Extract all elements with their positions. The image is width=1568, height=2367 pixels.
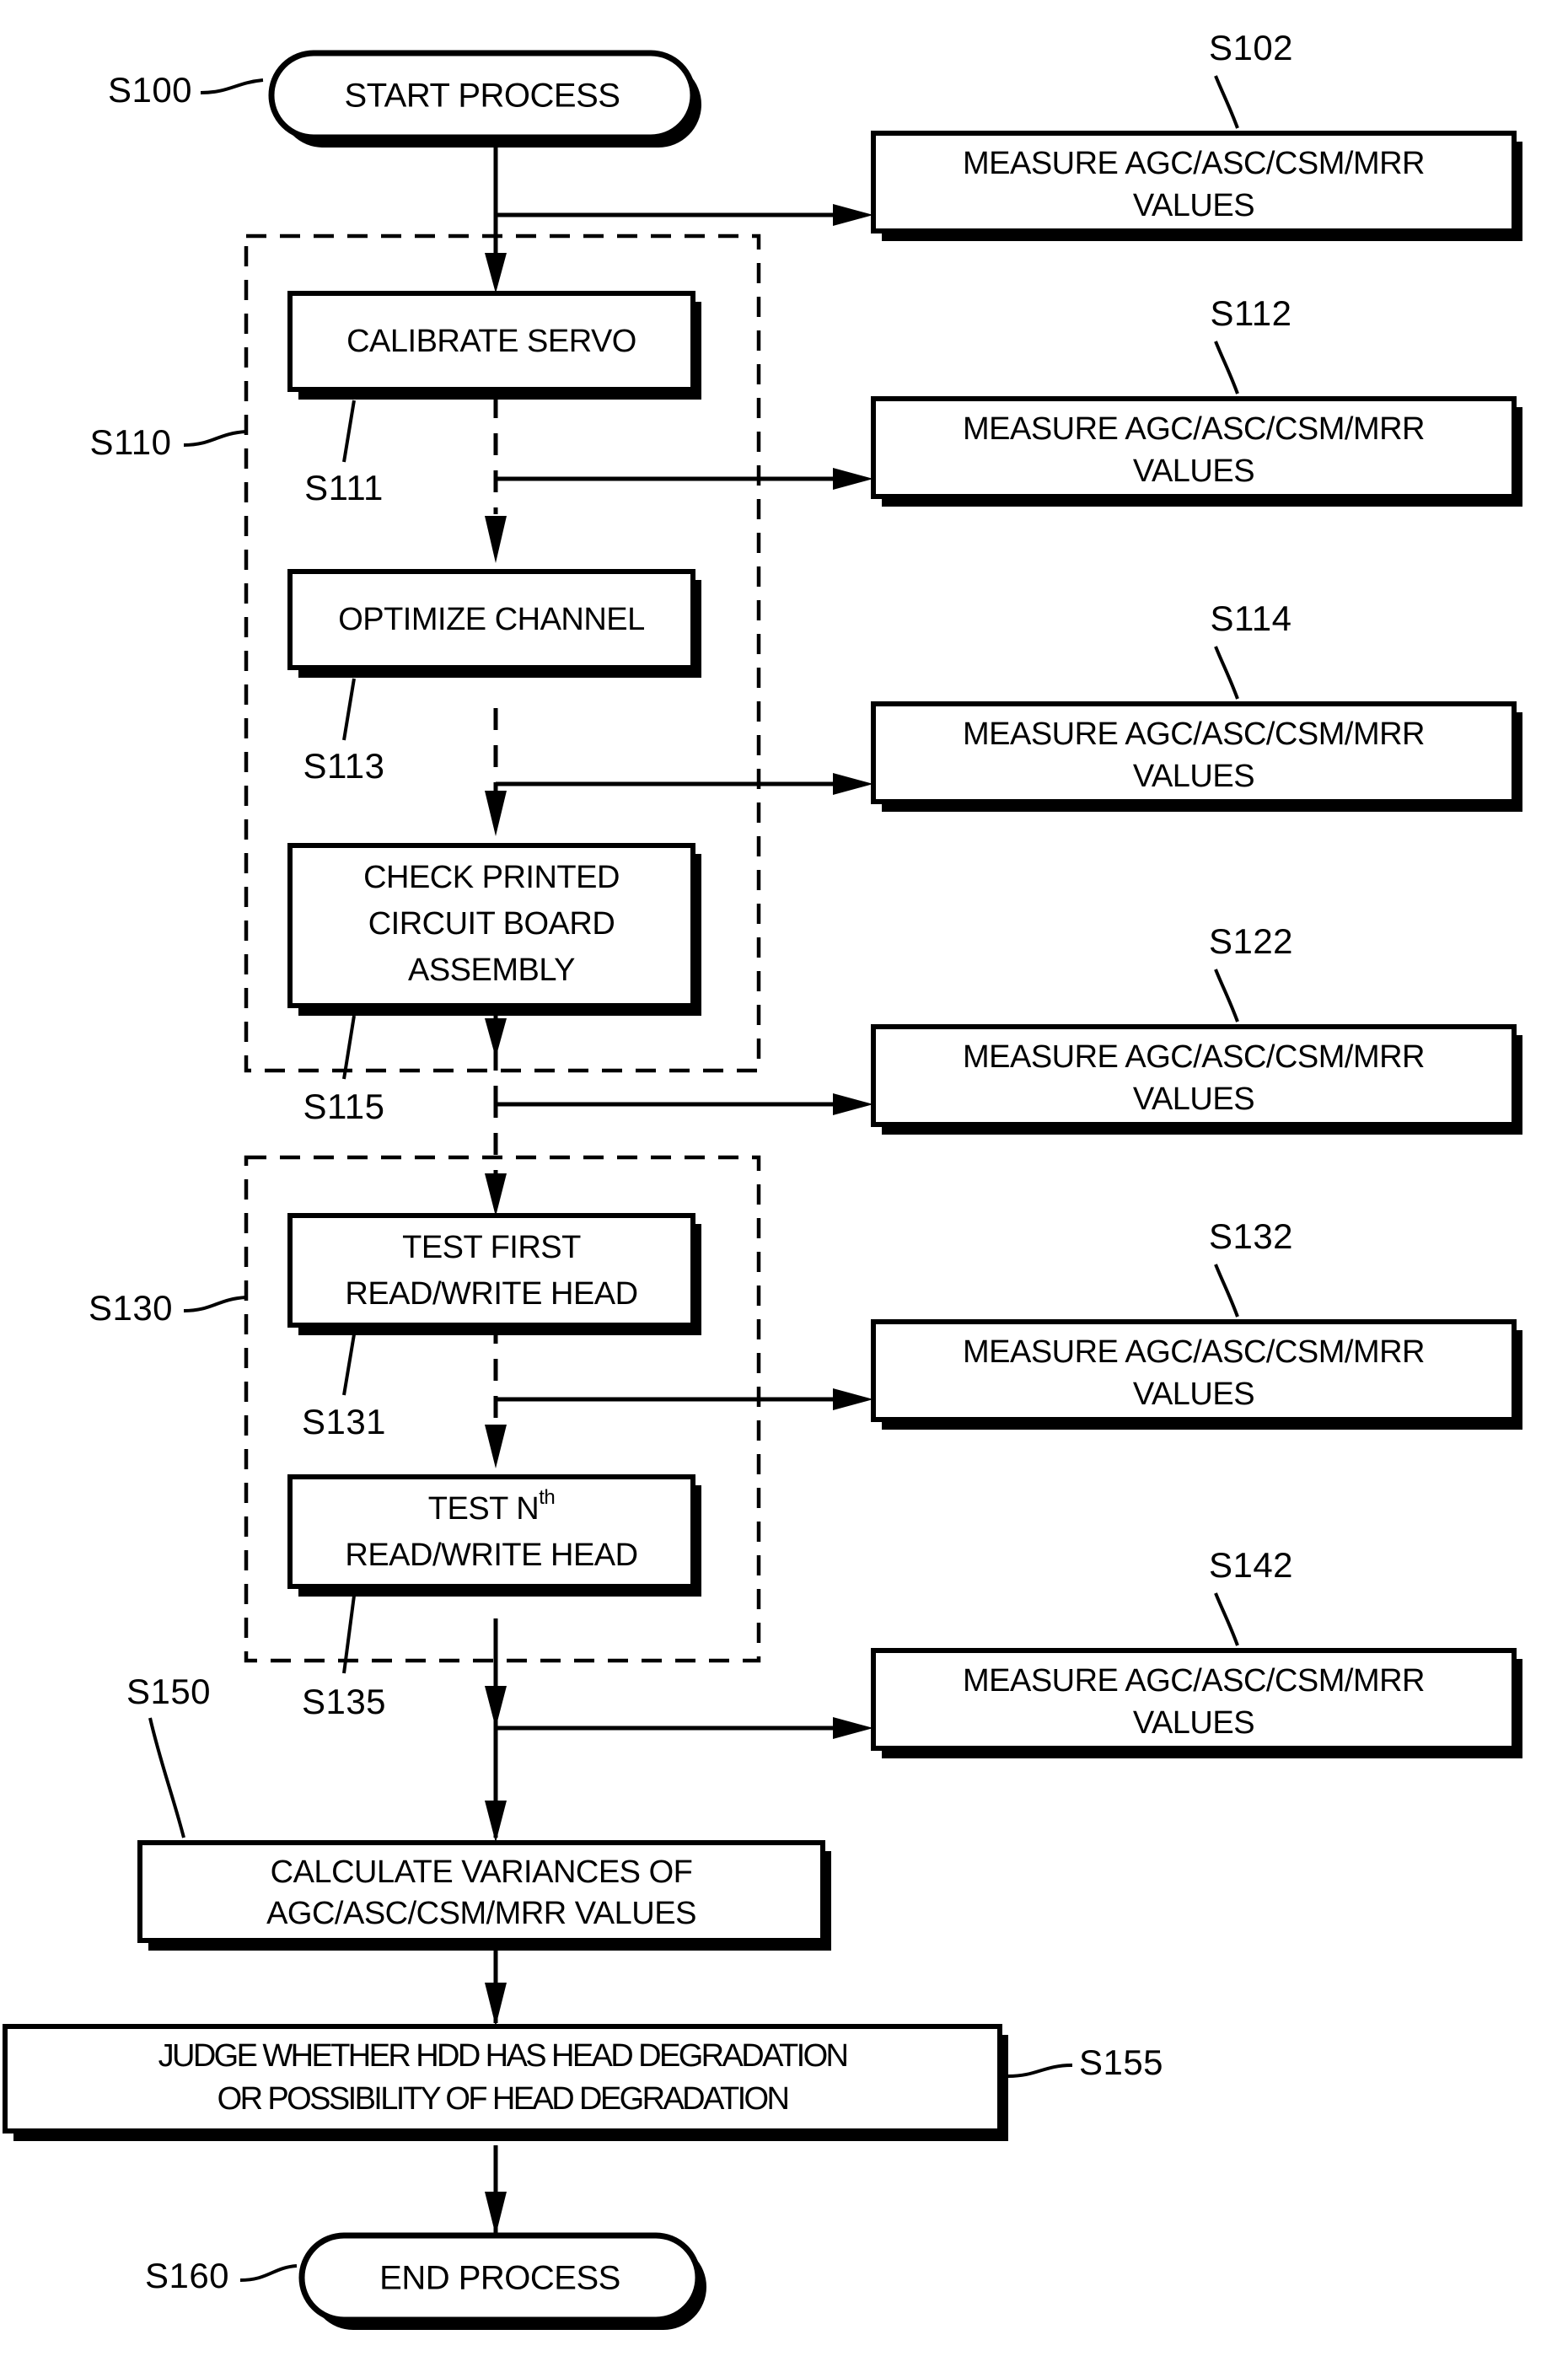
arrow-into-optimize — [485, 516, 507, 563]
measure-s102-label-line2: VALUES — [1133, 188, 1254, 223]
measure-s114-label-line1: MEASURE AGC/ASC/CSM/MRR — [963, 717, 1425, 752]
calibrate-servo-label: CALIBRATE SERVO — [346, 324, 636, 359]
test-nth-head-label-base: TEST N — [428, 1491, 539, 1527]
arrow-below-s110-group — [485, 1018, 507, 1058]
arrow-into-s122 — [833, 1093, 873, 1115]
calculate-variances-label-line1: CALCULATE VARIANCES OF — [271, 1854, 693, 1890]
ref-s142: S142 — [1209, 1545, 1293, 1585]
measure-s102-label-line1: MEASURE AGC/ASC/CSM/MRR — [963, 146, 1425, 181]
leader-s155 — [1007, 2064, 1073, 2078]
leader-s113 — [342, 678, 356, 741]
leader-s110 — [183, 430, 247, 447]
measure-s112-label-line2: VALUES — [1133, 454, 1254, 489]
measure-s132-label-line2: VALUES — [1133, 1377, 1254, 1412]
test-nth-head-label-line2: READ/WRITE HEAD — [345, 1538, 637, 1573]
measure-s122-label-line2: VALUES — [1133, 1082, 1254, 1117]
test-nth-head-superscript: th — [539, 1486, 555, 1509]
leader-s102 — [1214, 75, 1239, 129]
arrow-into-calculate — [485, 1801, 507, 1843]
ref-s135: S135 — [302, 1682, 386, 1721]
arrow-into-s102 — [833, 204, 873, 226]
arrow-into-s112 — [833, 468, 873, 490]
ref-s111: S111 — [304, 468, 384, 507]
ref-s112: S112 — [1211, 293, 1292, 333]
arrow-mid-s135 — [485, 1686, 507, 1728]
ref-s110: S110 — [90, 422, 172, 462]
check-pcba-label-line1: CHECK PRINTED — [363, 860, 620, 895]
measure-s142-label-line2: VALUES — [1133, 1705, 1254, 1741]
measure-s122-label-line1: MEASURE AGC/ASC/CSM/MRR — [963, 1039, 1425, 1075]
ref-s122: S122 — [1209, 921, 1293, 961]
judge-degradation-label-line2: OR POSSIBILITY OF HEAD DEGRADATION — [217, 2081, 788, 2117]
check-pcba-label-line3: ASSEMBLY — [408, 953, 575, 988]
leader-s130 — [183, 1296, 247, 1312]
ref-s130: S130 — [89, 1288, 173, 1328]
ref-s115: S115 — [303, 1087, 385, 1126]
test-first-head-label-line1: TEST FIRST — [402, 1230, 581, 1265]
test-nth-head-label-line1: TEST Nth — [428, 1486, 555, 1527]
arrow-into-end — [485, 2192, 507, 2236]
arrow-into-s142 — [833, 1717, 873, 1739]
ref-s160: S160 — [145, 2256, 229, 2295]
arrow-into-test-nth-head — [485, 1425, 507, 1468]
measure-s114-label-line2: VALUES — [1133, 759, 1254, 794]
flowchart-canvas: START PROCESS S100 CALIBRATE SERVO S111 … — [3, 28, 1522, 2330]
ref-s150: S150 — [126, 1672, 211, 1711]
optimize-channel-label: OPTIMIZE CHANNEL — [338, 602, 645, 637]
ref-s102: S102 — [1209, 28, 1293, 67]
ref-s100: S100 — [108, 70, 192, 110]
calculate-variances-label-line2: AGC/ASC/CSM/MRR VALUES — [266, 1896, 696, 1931]
flowchart-figure: START PROCESS S100 CALIBRATE SERVO S111 … — [0, 0, 1568, 2363]
arrow-into-test-first-head — [485, 1173, 507, 1216]
check-pcba-label-line2: CIRCUIT BOARD — [368, 906, 615, 942]
leader-s142 — [1214, 1592, 1239, 1646]
ref-s132: S132 — [1209, 1216, 1293, 1256]
test-first-head-label-line2: READ/WRITE HEAD — [345, 1276, 637, 1312]
end-terminal-label: END PROCESS — [379, 2260, 620, 2297]
leader-s100 — [200, 78, 264, 94]
start-terminal-label: START PROCESS — [345, 78, 620, 115]
arrow-into-s132 — [833, 1388, 873, 1410]
leader-s150 — [148, 1717, 185, 1838]
leader-s132 — [1214, 1264, 1239, 1318]
leader-s114 — [1214, 646, 1239, 700]
leader-s112 — [1214, 341, 1239, 394]
measure-s112-label-line1: MEASURE AGC/ASC/CSM/MRR — [963, 411, 1425, 447]
ref-s114: S114 — [1211, 598, 1292, 638]
arrow-into-calibrate — [485, 253, 507, 293]
measure-s142-label-line1: MEASURE AGC/ASC/CSM/MRR — [963, 1663, 1425, 1699]
arrow-into-check-pcba — [485, 791, 507, 836]
leader-s111 — [342, 400, 356, 463]
leader-s122 — [1214, 969, 1239, 1022]
judge-degradation-label-line1: JUDGE WHETHER HDD HAS HEAD DEGRADATION — [158, 2038, 847, 2074]
leader-s131 — [342, 1334, 356, 1396]
arrow-into-judge — [485, 1983, 507, 2026]
ref-s113: S113 — [303, 746, 385, 786]
arrow-into-s114 — [833, 773, 873, 795]
ref-s155: S155 — [1079, 2042, 1163, 2082]
measure-s132-label-line1: MEASURE AGC/ASC/CSM/MRR — [963, 1334, 1425, 1370]
ref-s131: S131 — [302, 1402, 386, 1441]
leader-s160 — [239, 2264, 298, 2282]
